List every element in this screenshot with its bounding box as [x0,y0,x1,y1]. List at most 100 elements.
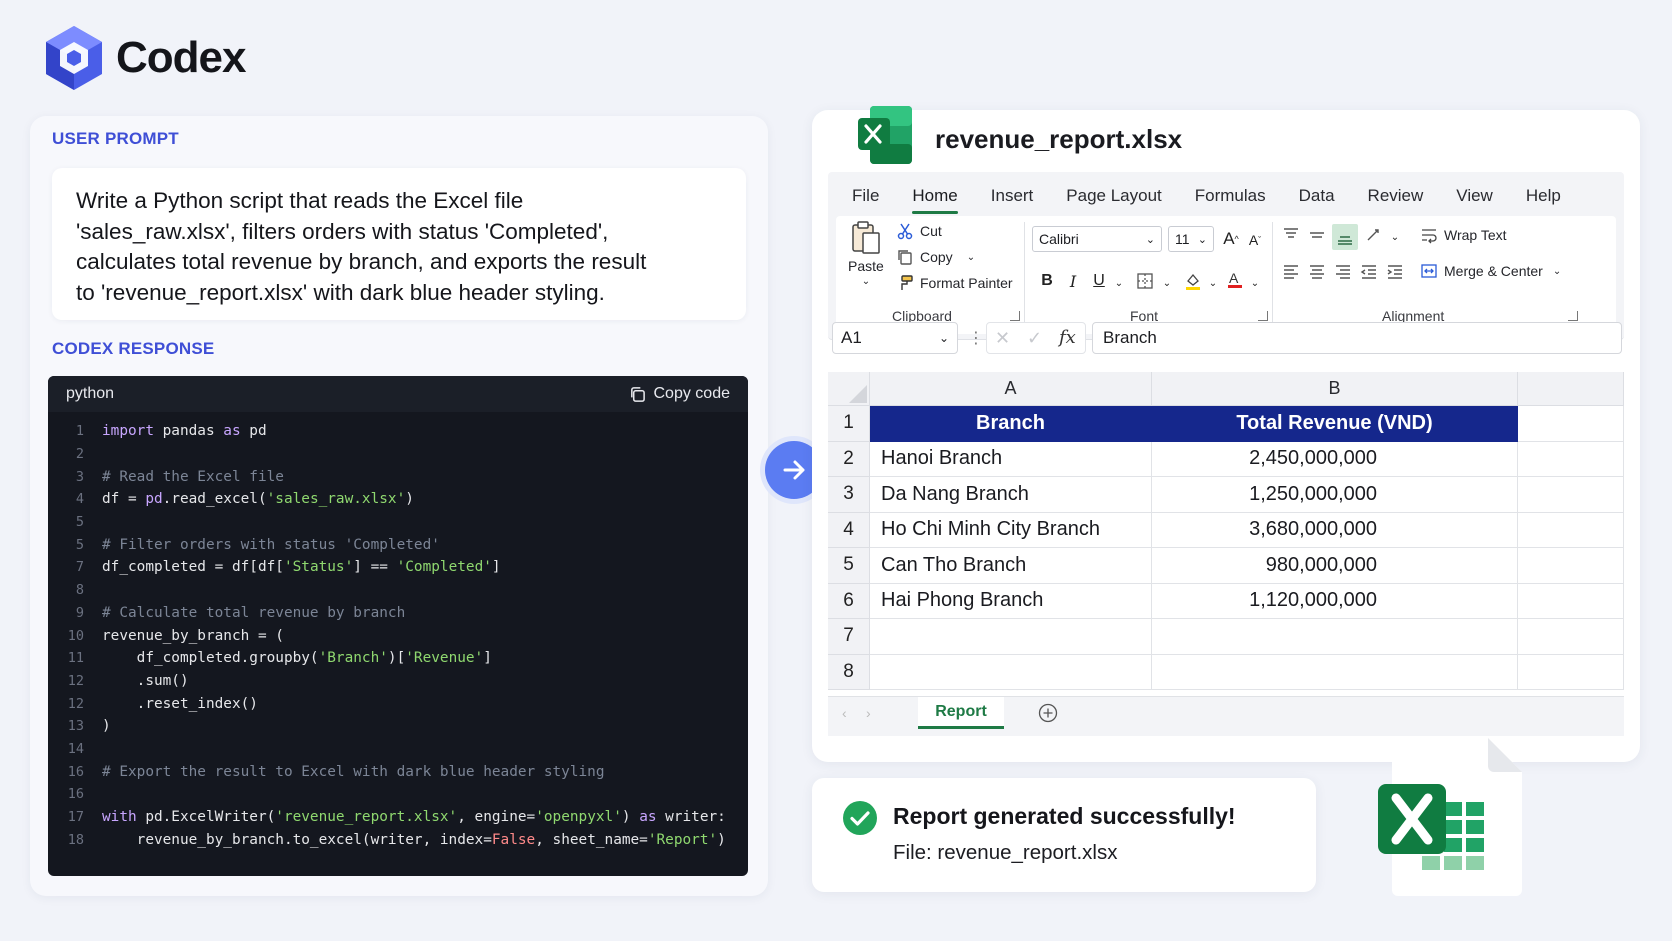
wrap-text-button[interactable]: Wrap Text [1420,226,1507,244]
cut-button[interactable]: Cut [896,222,942,240]
font-color-icon[interactable]: A [1224,268,1246,290]
column-header-b[interactable]: B [1152,372,1518,406]
cell[interactable]: 2,450,000,000 [1152,441,1518,477]
tab-formulas[interactable]: Formulas [1195,186,1266,206]
tab-help[interactable]: Help [1526,186,1561,206]
tab-view[interactable]: View [1456,186,1493,206]
cell[interactable]: Hanoi Branch [870,441,1152,477]
cell[interactable]: 980,000,000 [1152,548,1518,584]
code-token: 'Completed' [396,559,492,576]
header-cell[interactable]: Branch [870,406,1152,442]
code-line: 12 .sum() [48,670,748,693]
row-header[interactable]: 7 [828,619,870,655]
code-line: 4 df = pd.read_excel('sales_raw.xlsx') [48,488,748,511]
formula-input[interactable]: Branch [1092,322,1622,354]
align-left-icon[interactable] [1280,260,1302,282]
code-token: , sheet_name= [535,831,648,848]
row-header[interactable]: 3 [828,477,870,513]
align-center-icon[interactable] [1306,260,1328,282]
cell[interactable] [1518,619,1624,655]
font-color-dropdown-icon[interactable]: ⌄ [1244,272,1266,294]
row-header[interactable]: 1 [828,406,870,442]
cell[interactable] [870,654,1152,690]
cell[interactable] [1518,654,1624,690]
font-size-select[interactable]: 11 ⌄ [1168,226,1214,252]
orientation-icon[interactable] [1364,224,1386,246]
fill-color-icon[interactable] [1182,270,1204,292]
cell[interactable]: 3,680,000,000 [1152,512,1518,548]
fill-color-dropdown-icon[interactable]: ⌄ [1202,272,1224,294]
align-top-icon[interactable] [1280,224,1302,246]
confirm-icon[interactable]: ✓ [1027,328,1042,349]
bold-icon[interactable]: B [1036,270,1058,292]
row-header[interactable]: 6 [828,583,870,619]
tab-review[interactable]: Review [1368,186,1424,206]
increase-font-size-icon[interactable]: A ^ [1220,228,1242,250]
line-number: 5 [75,536,84,553]
copy-code-button[interactable]: Copy code [629,385,730,403]
cell[interactable] [870,619,1152,655]
tab-file[interactable]: File [852,186,879,206]
cell[interactable] [1518,406,1624,442]
name-box[interactable]: A1 ⌄ [832,322,958,354]
merge-center-button[interactable]: Merge & Center ⌄ [1420,262,1561,280]
font-name-select[interactable]: Calibri ⌄ [1032,226,1162,252]
cell[interactable]: Da Nang Branch [870,477,1152,513]
align-right-icon[interactable] [1332,260,1354,282]
code-text: .sum() [102,673,189,689]
scroll-left-icon[interactable]: ‹ [842,705,847,721]
tab-insert[interactable]: Insert [991,186,1034,206]
cell[interactable] [1152,654,1518,690]
copy-dropdown-icon: ⌄ [966,251,976,263]
ribbon-home-panel: Paste ⌄ Cut Copy ⌄ Format Painter Clipbo… [836,216,1616,334]
increase-indent-icon[interactable] [1384,260,1406,282]
align-middle-icon[interactable] [1306,224,1328,246]
row-header[interactable]: 2 [828,441,870,477]
cell[interactable]: Hai Phong Branch [870,583,1152,619]
column-header-a[interactable]: A [870,372,1152,406]
cell[interactable] [1518,583,1624,619]
row-header[interactable]: 5 [828,548,870,584]
underline-icon[interactable]: U [1088,270,1110,292]
paste-button[interactable]: Paste ⌄ [848,220,884,287]
code-token: False [491,831,536,848]
cell[interactable] [1518,548,1624,584]
insert-function-icon[interactable]: fx [1059,327,1076,348]
borders-dropdown-icon[interactable]: ⌄ [1156,272,1178,294]
column-header-c[interactable] [1518,372,1624,406]
orientation-dropdown-icon[interactable]: ⌄ [1384,226,1406,248]
more-options-icon[interactable]: ⋮ [968,328,984,348]
decrease-font-size-icon[interactable]: Aˇ [1244,229,1266,251]
code-line: 16 # Export the result to Excel with dark… [48,760,748,783]
sheet-tab-report[interactable]: Report [918,697,1004,729]
cell[interactable]: 1,250,000,000 [1152,477,1518,513]
cell[interactable] [1518,512,1624,548]
scroll-right-icon[interactable]: › [866,705,871,721]
italic-icon[interactable]: I [1062,270,1084,292]
header-cell[interactable]: Total Revenue (VND) [1152,406,1518,442]
row-header[interactable]: 8 [828,654,870,690]
add-sheet-icon[interactable] [1038,703,1058,723]
code-line: 2 [48,443,748,466]
align-bottom-icon[interactable] [1332,224,1358,250]
underline-dropdown-icon[interactable]: ⌄ [1108,272,1130,294]
format-painter-button[interactable]: Format Painter [896,274,1013,292]
cell[interactable] [1152,619,1518,655]
cell[interactable]: Can Tho Branch [870,548,1152,584]
chat-panel: USER PROMPT Write a Python script that r… [30,116,768,896]
tab-data[interactable]: Data [1299,186,1335,206]
cell[interactable] [1518,441,1624,477]
row-header[interactable]: 4 [828,512,870,548]
cell[interactable]: Ho Chi Minh City Branch [870,512,1152,548]
borders-icon[interactable] [1134,270,1156,292]
tab-home[interactable]: Home [912,186,959,214]
cancel-icon[interactable]: ✕ [995,328,1010,349]
chevron-down-icon: ⌄ [1197,233,1207,246]
copy-button[interactable]: Copy ⌄ [896,248,975,266]
select-all-corner[interactable] [828,372,870,406]
cell[interactable] [1518,477,1624,513]
tab-page-layout[interactable]: Page Layout [1066,186,1161,206]
wrap-text-label: Wrap Text [1444,227,1507,243]
cell[interactable]: 1,120,000,000 [1152,583,1518,619]
decrease-indent-icon[interactable] [1358,260,1380,282]
